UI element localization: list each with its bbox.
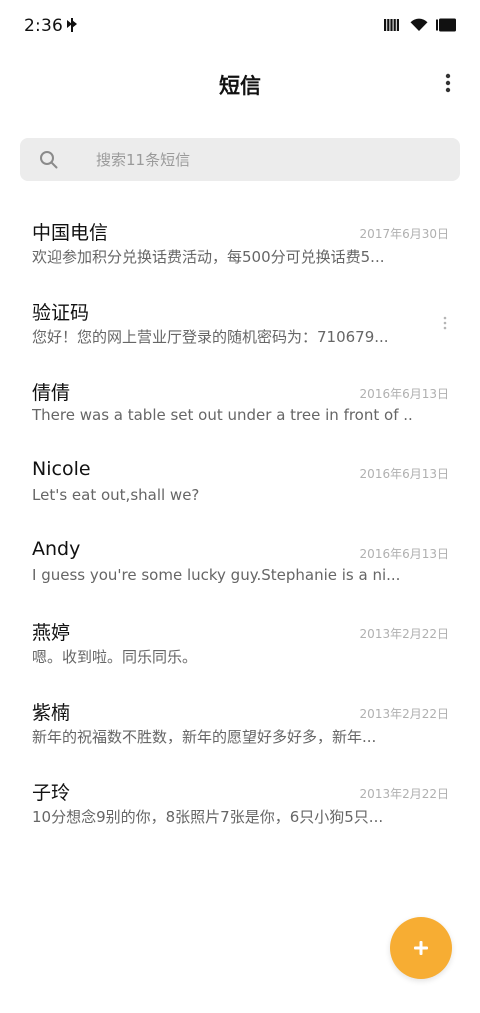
search-placeholder: 搜索11条短信 <box>96 151 191 169</box>
wireless-transfer-icon <box>67 18 77 32</box>
message-preview: I guess you're some lucky guy.Stephanie … <box>32 566 401 584</box>
contact-name: 中国电信 <box>32 222 109 244</box>
list-item[interactable]: 中国电信 2017年6月30日 欢迎参加积分兑换话费活动，每500分可兑换话费5… <box>0 198 480 278</box>
message-date: 2013年2月22日 <box>359 627 449 641</box>
contact-name: 验证码 <box>32 302 90 324</box>
contact-name: Andy <box>32 538 81 560</box>
contact-name: 倩倩 <box>32 382 71 404</box>
message-preview: 您好！您的网上营业厅登录的随机密码为：710679... <box>32 328 389 346</box>
list-item[interactable]: Nicole 2016年6月13日 Let's eat out,shall we… <box>0 438 480 518</box>
new-message-button[interactable] <box>390 917 452 979</box>
message-date: 2013年2月22日 <box>359 787 449 801</box>
contact-name: Nicole <box>32 458 91 480</box>
battery-icon <box>436 18 456 32</box>
signal-icon <box>384 19 399 31</box>
message-date: 2016年6月13日 <box>359 547 449 561</box>
status-icons <box>384 18 456 32</box>
app-header: 短信 <box>0 52 480 116</box>
wifi-icon <box>410 18 428 31</box>
contact-name: 燕婷 <box>32 622 71 644</box>
contact-name: 紫楠 <box>32 702 71 724</box>
list-item[interactable]: 倩倩 2016年6月13日 There was a table set out … <box>0 358 480 438</box>
list-item[interactable]: Andy 2016年6月13日 I guess you're some luck… <box>0 518 480 598</box>
message-date: 2016年6月13日 <box>359 387 449 401</box>
search-input[interactable]: 搜索11条短信 <box>20 138 460 181</box>
message-list: 中国电信 2017年6月30日 欢迎参加积分兑换话费活动，每500分可兑换话费5… <box>0 198 480 838</box>
more-vertical-icon[interactable] <box>442 72 454 94</box>
status-time: 2:36 <box>24 16 63 36</box>
list-item[interactable]: 子玲 2013年2月22日 10分想念9别的你，8张照片7张是你，6只小狗5只.… <box>0 758 480 838</box>
item-more-icon[interactable] <box>442 316 448 330</box>
message-preview: There was a table set out under a tree i… <box>32 406 412 424</box>
status-bar: 2:36 <box>0 0 480 52</box>
message-date: 2016年6月13日 <box>359 467 449 481</box>
message-date: 2013年2月22日 <box>359 707 449 721</box>
message-preview: 新年的祝福数不胜数，新年的愿望好多好多，新年... <box>32 728 377 746</box>
list-item[interactable]: 验证码 您好！您的网上营业厅登录的随机密码为：710679... <box>0 278 480 358</box>
list-item[interactable]: 燕婷 2013年2月22日 嗯。收到啦。同乐同乐。 <box>0 598 480 678</box>
message-date: 2017年6月30日 <box>359 227 449 241</box>
message-preview: 10分想念9别的你，8张照片7张是你，6只小狗5只... <box>32 808 384 826</box>
page-title: 短信 <box>219 74 261 98</box>
plus-icon <box>414 941 428 955</box>
message-preview: 欢迎参加积分兑换话费活动，每500分可兑换话费5... <box>32 248 385 266</box>
list-item[interactable]: 紫楠 2013年2月22日 新年的祝福数不胜数，新年的愿望好多好多，新年... <box>0 678 480 758</box>
contact-name: 子玲 <box>32 782 71 804</box>
search-icon <box>40 151 58 169</box>
message-preview: 嗯。收到啦。同乐同乐。 <box>32 648 198 666</box>
message-preview: Let's eat out,shall we? <box>32 486 200 504</box>
